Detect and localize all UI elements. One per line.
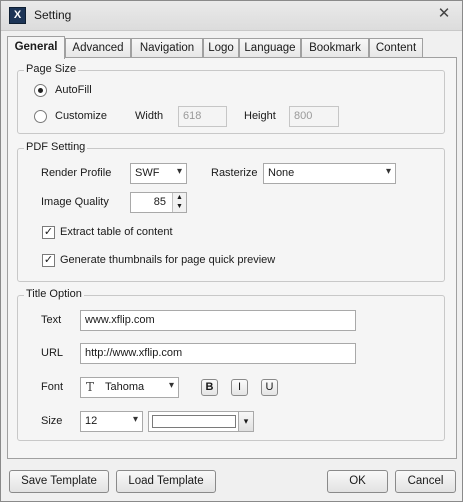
rasterize-label: Rasterize — [211, 167, 258, 179]
text-label: Text — [41, 314, 62, 326]
size-select[interactable]: 12 ▾ — [80, 411, 143, 432]
customize-radio[interactable] — [34, 110, 47, 123]
page-size-group-title: Page Size — [24, 63, 79, 75]
pdf-setting-group-title: PDF Setting — [24, 141, 88, 153]
check-icon: ✓ — [43, 254, 54, 266]
font-type-icon: T — [86, 380, 95, 394]
height-field[interactable]: 800 — [289, 106, 339, 127]
save-template-button[interactable]: Save Template — [9, 470, 109, 493]
thumbnails-label: Generate thumbnails for page quick previ… — [60, 254, 276, 266]
tab-logo[interactable]: Logo — [203, 38, 239, 58]
tab-bookmark[interactable]: Bookmark — [301, 38, 369, 58]
bold-button[interactable]: B — [201, 379, 218, 396]
tab-advanced[interactable]: Advanced — [65, 38, 131, 58]
title-bar: X Setting ✕ — [1, 1, 462, 31]
tab-general[interactable]: General — [7, 36, 65, 59]
render-profile-select[interactable]: SWF ▾ — [130, 163, 187, 184]
autofill-radio[interactable] — [34, 84, 47, 97]
tab-bar: General Advanced Navigation Logo Languag… — [7, 36, 457, 59]
color-swatch — [152, 415, 236, 428]
url-label: URL — [41, 347, 64, 359]
window-title: Setting — [34, 8, 72, 22]
app-logo-icon: X — [9, 7, 26, 24]
render-profile-label: Render Profile — [41, 167, 112, 179]
tab-navigation[interactable]: Navigation — [131, 38, 203, 58]
tab-language[interactable]: Language — [239, 38, 301, 58]
chevron-down-icon: ▾ — [385, 166, 391, 177]
extract-toc-label: Extract table of content — [60, 226, 173, 238]
tab-content[interactable]: Content — [369, 38, 423, 58]
chevron-down-icon: ▾ — [132, 414, 138, 425]
font-value: Tahoma — [105, 381, 145, 393]
underline-button[interactable]: U — [261, 379, 278, 396]
page-size-group: Page Size AutoFill Customize Width 618 H… — [17, 63, 445, 134]
title-option-group: Title Option Text www.xflip.com URL http… — [17, 288, 445, 441]
font-label: Font — [41, 381, 64, 393]
pdf-setting-group: PDF Setting Render Profile SWF ▾ Rasteri… — [17, 141, 445, 282]
ok-button[interactable]: OK — [327, 470, 388, 493]
image-quality-spinner[interactable]: 85 ▲ ▼ — [130, 192, 187, 213]
thumbnails-checkbox[interactable]: ✓ — [42, 254, 55, 267]
title-color-picker[interactable]: ▾ — [148, 411, 254, 432]
general-panel: Page Size AutoFill Customize Width 618 H… — [7, 57, 457, 459]
close-icon[interactable]: ✕ — [434, 4, 454, 24]
image-quality-label: Image Quality — [41, 196, 109, 208]
size-value: 12 — [85, 415, 98, 427]
load-template-button[interactable]: Load Template — [116, 470, 216, 493]
image-quality-value: 85 — [153, 196, 166, 208]
url-field[interactable]: http://www.xflip.com — [80, 343, 356, 364]
width-field[interactable]: 618 — [178, 106, 227, 127]
width-label: Width — [135, 110, 164, 122]
extract-toc-checkbox[interactable]: ✓ — [42, 226, 55, 239]
title-option-group-title: Title Option — [24, 288, 84, 300]
chevron-down-icon[interactable]: ▾ — [238, 412, 253, 431]
size-label: Size — [41, 415, 63, 427]
settings-window: X Setting ✕ General Advanced Navigation … — [0, 0, 463, 502]
font-select[interactable]: T Tahoma ▾ — [80, 377, 179, 398]
italic-button[interactable]: I — [231, 379, 248, 396]
cancel-button[interactable]: Cancel — [395, 470, 456, 493]
customize-label: Customize — [55, 110, 107, 122]
height-label: Height — [244, 110, 276, 122]
render-profile-value: SWF — [135, 167, 160, 179]
chevron-down-icon: ▾ — [176, 166, 182, 177]
spin-down-icon[interactable]: ▼ — [172, 202, 186, 212]
autofill-label: AutoFill — [55, 84, 92, 96]
rasterize-select[interactable]: None ▾ — [263, 163, 396, 184]
check-icon: ✓ — [43, 226, 54, 238]
title-text-field[interactable]: www.xflip.com — [80, 310, 356, 331]
rasterize-value: None — [268, 167, 295, 179]
chevron-down-icon: ▾ — [168, 380, 174, 391]
